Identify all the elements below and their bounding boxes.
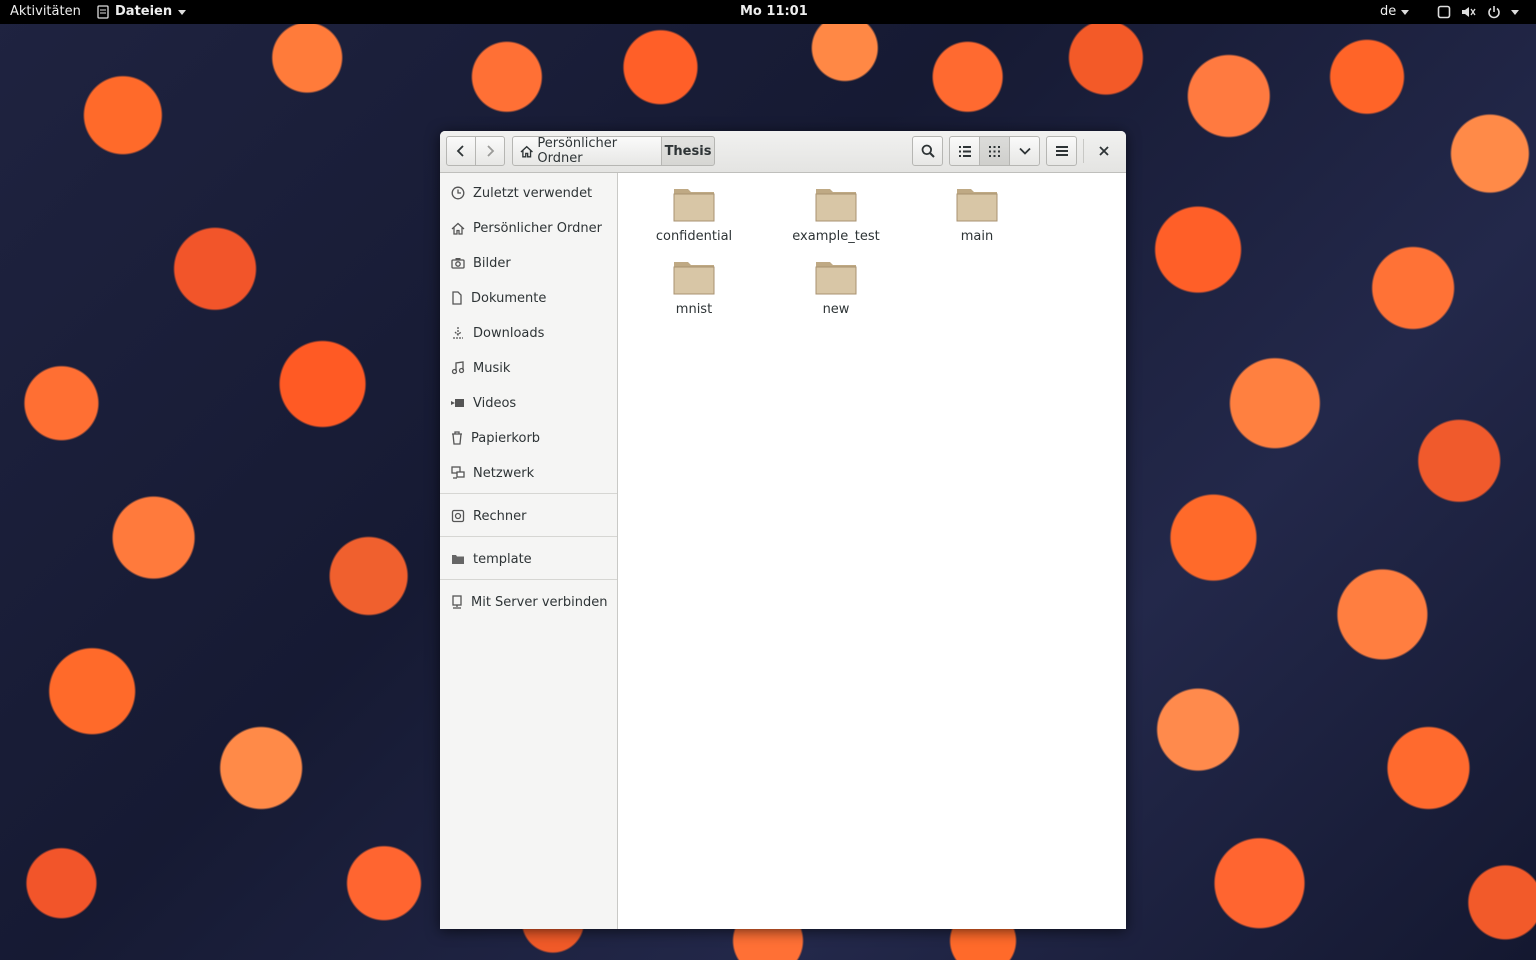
file-item[interactable]: example_test [776, 177, 896, 247]
chevron-down-icon [1018, 147, 1031, 155]
sidebar-item-label: Dokumente [471, 290, 547, 306]
close-button[interactable] [1088, 136, 1120, 166]
sidebar-item-trash[interactable]: Papierkorb [440, 423, 617, 453]
file-item[interactable]: new [776, 250, 896, 320]
sidebar-item-label: Videos [473, 395, 517, 411]
document-icon [452, 291, 462, 305]
sidebar-item-label: Netzwerk [473, 465, 535, 481]
sidebar-item-documents[interactable]: Dokumente [440, 283, 617, 313]
clock[interactable]: Mo 11:01 [740, 0, 808, 24]
path-label-home: Persönlicher Ordner [537, 136, 618, 166]
file-item[interactable]: mnist [634, 250, 754, 320]
path-label-current: Thesis [664, 143, 712, 159]
desktop: { "topbar": { "activities": "Aktivitäten… [0, 0, 1536, 960]
home-icon [520, 145, 533, 157]
server-icon [452, 595, 462, 609]
video-icon [451, 399, 464, 407]
sidebar-item-label: Bilder [473, 255, 511, 271]
header-bar: Persönlicher Ordner Thesis [440, 131, 1126, 173]
file-name: new [822, 302, 850, 317]
back-button[interactable] [446, 136, 476, 166]
sidebar-separator [440, 493, 617, 494]
view-options-button[interactable] [1009, 136, 1040, 166]
sidebar-item-label: template [473, 551, 532, 567]
top-bar: Aktivitäten Dateien Mo 11:01 de [0, 0, 1536, 24]
sidebar-item-label: Musik [473, 360, 511, 376]
path-button-current[interactable]: Thesis [661, 136, 715, 166]
language-label: de [1380, 4, 1397, 19]
file-manager-window: Persönlicher Ordner Thesis Zuletzt verwe… [440, 131, 1126, 929]
network-icon [451, 466, 465, 479]
chevron-right-icon [487, 145, 495, 157]
sidebar-item-computer[interactable]: Rechner [440, 501, 617, 531]
file-name: mnist [675, 302, 713, 317]
sidebar-item-recent[interactable]: Zuletzt verwendet [440, 178, 617, 208]
trash-icon [452, 431, 462, 445]
file-item[interactable]: main [917, 177, 1037, 247]
sidebar: Zuletzt verwendet Persönlicher Ordner Bi… [440, 173, 618, 929]
sidebar-item-pictures[interactable]: Bilder [440, 248, 617, 278]
grid-view-button[interactable] [979, 136, 1010, 166]
forward-button[interactable] [475, 136, 505, 166]
sidebar-item-connect-server[interactable]: Mit Server verbinden [440, 587, 617, 617]
list-view-button[interactable] [949, 136, 980, 166]
folder-icon [452, 555, 464, 564]
sidebar-item-template[interactable]: template [440, 544, 617, 574]
folder-icon [815, 189, 857, 222]
file-view: confidential example_test main mnist new [618, 173, 1126, 929]
path-button-home[interactable]: Persönlicher Ordner [512, 136, 662, 166]
files-app-icon [97, 5, 109, 19]
folder-icon [673, 189, 715, 222]
file-item[interactable]: confidential [634, 177, 754, 247]
sidebar-item-label: Mit Server verbinden [471, 594, 608, 610]
header-separator [1083, 139, 1084, 163]
folder-icon [673, 262, 715, 295]
power-icon [1488, 6, 1500, 19]
app-menu[interactable]: Dateien [97, 0, 187, 24]
sidebar-separator [440, 536, 617, 537]
system-status-menu[interactable] [1437, 0, 1519, 24]
home-icon [451, 222, 465, 235]
chevron-left-icon [456, 145, 464, 157]
search-icon [921, 144, 935, 158]
sidebar-item-home[interactable]: Persönlicher Ordner [440, 213, 617, 243]
sidebar-item-label: Zuletzt verwendet [473, 185, 593, 201]
keyboard-layout-menu[interactable]: de [1380, 0, 1410, 24]
sidebar-item-downloads[interactable]: Downloads [440, 318, 617, 348]
folder-icon [815, 262, 857, 295]
search-button[interactable] [912, 136, 943, 166]
folder-icon [956, 189, 998, 222]
sidebar-item-network[interactable]: Netzwerk [440, 458, 617, 488]
music-icon [451, 361, 465, 375]
clock-icon [451, 186, 465, 200]
download-icon [453, 327, 463, 339]
activities-button[interactable]: Aktivitäten [10, 0, 81, 24]
sidebar-item-videos[interactable]: Videos [440, 388, 617, 418]
sidebar-item-label: Rechner [473, 508, 527, 524]
camera-icon [451, 258, 465, 269]
app-menu-label: Dateien [115, 4, 173, 19]
chevron-down-icon [1401, 9, 1410, 15]
chevron-down-icon [178, 9, 187, 15]
volume-muted-icon [1462, 7, 1476, 17]
close-icon [1099, 146, 1109, 156]
sidebar-item-music[interactable]: Musik [440, 353, 617, 383]
file-name: example_test [792, 229, 880, 244]
file-name: confidential [655, 229, 733, 244]
app-menu-button[interactable] [1046, 136, 1077, 166]
display-icon [1437, 5, 1451, 19]
list-view-icon [958, 145, 971, 157]
sidebar-item-label: Downloads [473, 325, 545, 341]
grid-view-icon [989, 145, 1000, 157]
sidebar-item-label: Persönlicher Ordner [473, 220, 602, 236]
chevron-down-icon [1511, 9, 1519, 15]
sidebar-separator [440, 579, 617, 580]
hamburger-icon [1055, 146, 1068, 156]
file-name: main [960, 229, 994, 244]
computer-icon [451, 509, 465, 523]
sidebar-item-label: Papierkorb [471, 430, 541, 446]
